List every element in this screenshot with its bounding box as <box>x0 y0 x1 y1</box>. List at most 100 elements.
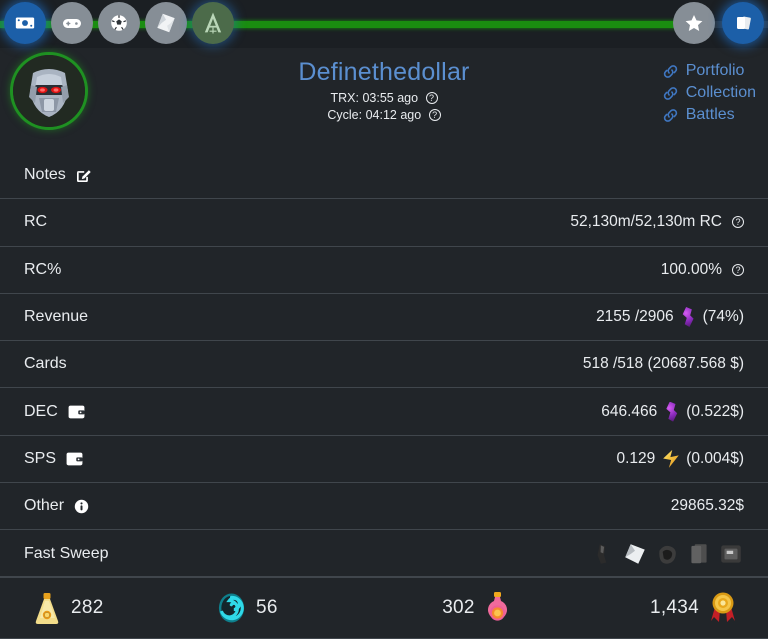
nav-icons-left <box>4 2 234 44</box>
row-dec-suffix: (0.522$) <box>686 402 744 420</box>
gold-potion-icon <box>35 592 59 624</box>
sweep-item-5-icon[interactable] <box>718 541 744 567</box>
row-cards[interactable]: Cards 518 /518 (20687.568 $) <box>0 341 768 389</box>
sync-times: TRX: 03:55 ago ? Cycle: 04:12 ago ? <box>0 90 768 124</box>
resource-bar: 282 56 302 1,434 <box>0 576 768 639</box>
row-revenue-value: 2155 /2906 <box>596 308 674 326</box>
link-battles[interactable]: Battles <box>662 106 735 124</box>
dec-crystal-icon <box>682 307 694 328</box>
row-notes[interactable]: Notes <box>0 152 768 200</box>
row-sps-left: SPS <box>24 450 84 468</box>
nav-game-button[interactable] <box>51 2 93 44</box>
dec-crystal-icon <box>666 401 678 422</box>
info-icon[interactable] <box>73 498 90 515</box>
link-battles-label: Battles <box>685 106 735 123</box>
nav-icons-right <box>673 2 764 44</box>
row-rc-percent-value: 100.00% <box>660 260 722 278</box>
row-sps-suffix: (0.004$) <box>686 449 744 467</box>
teal-vortex-icon <box>218 592 245 623</box>
row-rc-right: 52,130m/52,130m RC ? <box>570 213 744 231</box>
wallet-icon[interactable] <box>65 451 84 467</box>
app-root: Definethedollar TRX: 03:55 ago ? Cycle: … <box>0 0 768 639</box>
link-collection[interactable]: Collection <box>662 84 756 102</box>
stats-list: Notes RC 52,130m/52,130m RC ? RC% 100.00… <box>0 152 768 578</box>
row-cards-label: Cards <box>24 355 67 373</box>
nav-packs-button[interactable] <box>145 2 187 44</box>
top-navigation-bar <box>0 0 768 48</box>
row-other-value: 29865.32$ <box>670 497 744 515</box>
cycle-label: Cycle: <box>327 108 363 122</box>
row-rc[interactable]: RC 52,130m/52,130m RC ? <box>0 199 768 247</box>
row-notes-left: Notes <box>24 166 92 184</box>
splinterlands-logo-icon <box>204 12 222 34</box>
row-rc-label: RC <box>24 213 48 231</box>
resource-value-teal-vortex: 56 <box>256 596 278 618</box>
resource-value-legendary-potion: 302 <box>442 596 475 618</box>
cycle-value: 04:12 ago <box>365 108 422 122</box>
row-rc-percent[interactable]: RC% 100.00% ? <box>0 247 768 294</box>
page-title: Definethedollar <box>298 58 470 86</box>
row-sps-right: 0.129 (0.004$) <box>616 449 744 468</box>
nav-favorites-button[interactable] <box>673 2 715 44</box>
row-other[interactable]: Other 29865.32$ <box>0 483 768 531</box>
cycle-time-row: Cycle: 04:12 ago ? <box>0 107 768 124</box>
trx-label: TRX: <box>330 91 359 105</box>
row-rc-percent-label: RC% <box>24 260 62 278</box>
sweep-item-1-icon[interactable] <box>590 541 616 567</box>
row-sps-value: 0.129 <box>616 449 656 467</box>
row-cards-value: 518 /518 (20687.568 $) <box>582 355 744 373</box>
row-other-label: Other <box>24 497 65 515</box>
row-sps-label: SPS <box>24 449 57 467</box>
resource-slot-gold-medal[interactable]: 1,434 <box>564 590 768 626</box>
row-dec[interactable]: DEC 646.466 (0.522$) <box>0 388 768 436</box>
nav-splinterlands-button[interactable] <box>192 2 234 44</box>
rc-percent-help-icon[interactable]: ? <box>732 263 744 276</box>
sweep-item-3-icon[interactable] <box>654 541 680 567</box>
cards-icon <box>737 16 751 30</box>
money-icon <box>15 17 35 29</box>
row-fast-sweep-label: Fast Sweep <box>24 544 109 562</box>
link-icon <box>663 64 677 78</box>
link-collection-label: Collection <box>685 84 756 101</box>
profile-header: Definethedollar TRX: 03:55 ago ? Cycle: … <box>0 48 768 152</box>
row-dec-value: 646.466 <box>601 402 658 420</box>
cycle-help-icon[interactable]: ? <box>428 109 441 121</box>
trx-value: 03:55 ago <box>362 91 419 105</box>
row-sps[interactable]: SPS 0.129 (0.004$) <box>0 436 768 484</box>
nav-money-button[interactable] <box>4 2 46 44</box>
trx-help-icon[interactable]: ? <box>425 92 438 104</box>
rc-help-icon[interactable]: ? <box>732 216 744 229</box>
sweep-item-4-icon[interactable] <box>686 541 712 567</box>
row-revenue-right: 2155 /2906 (74%) <box>596 307 744 328</box>
row-revenue-label: Revenue <box>24 308 89 326</box>
sweep-item-2-icon[interactable] <box>622 541 648 567</box>
fast-sweep-icons <box>590 541 744 567</box>
trx-time-row: TRX: 03:55 ago ? <box>0 90 768 107</box>
gold-medal-icon <box>711 592 735 622</box>
link-portfolio[interactable]: Portfolio <box>662 62 745 80</box>
resource-slot-teal-vortex[interactable]: 56 <box>206 591 390 625</box>
wallet-icon[interactable] <box>67 404 86 420</box>
row-revenue-suffix: (74%) <box>702 308 744 326</box>
link-portfolio-label: Portfolio <box>685 62 745 79</box>
nav-cards-button[interactable] <box>722 2 764 44</box>
row-notes-label: Notes <box>24 166 66 184</box>
row-dec-label: DEC <box>24 402 58 420</box>
row-rc-percent-right: 100.00% ? <box>661 261 744 279</box>
edit-pencil-icon[interactable] <box>75 167 92 184</box>
row-rc-value: 52,130m/52,130m RC <box>570 213 722 231</box>
row-dec-left: DEC <box>24 403 86 421</box>
card-pack-icon <box>157 13 175 33</box>
resource-slot-legendary-potion[interactable]: 302 <box>390 591 564 625</box>
row-dec-right: 646.466 (0.522$) <box>601 401 744 422</box>
resource-value-gold-potion: 282 <box>71 596 104 618</box>
resource-slot-gold-potion[interactable]: 282 <box>0 591 206 625</box>
sps-bolt-icon <box>663 449 679 468</box>
row-fast-sweep[interactable]: Fast Sweep <box>0 530 768 578</box>
external-links: Portfolio Collection Battles <box>662 62 756 124</box>
gamepad-icon <box>63 19 81 28</box>
row-revenue[interactable]: Revenue 2155 /2906 (74%) <box>0 294 768 342</box>
link-icon <box>663 108 677 122</box>
row-other-left: Other <box>24 497 90 515</box>
nav-sports-button[interactable] <box>98 2 140 44</box>
